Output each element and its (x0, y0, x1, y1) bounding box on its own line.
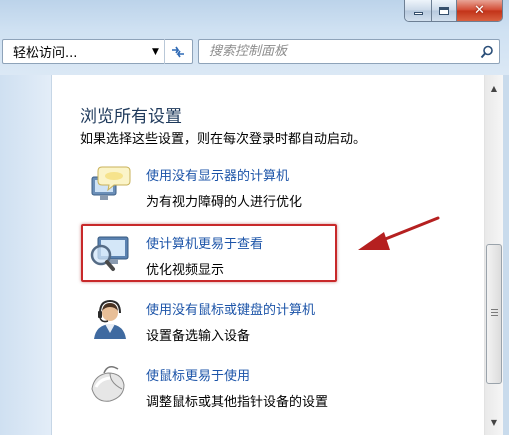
scroll-down-arrow-icon: ▼ (490, 417, 498, 427)
speech-bubble-monitor-icon (91, 166, 131, 200)
mouse-icon (91, 366, 125, 402)
close-button[interactable]: ✕ (457, 0, 502, 21)
search-box (198, 39, 500, 64)
address-text: 轻松访问... (13, 46, 78, 61)
chevron-down-icon: ▼ (152, 46, 159, 57)
link-use-computer-without-mouse-keyboard[interactable]: 使用没有鼠标或键盘的计算机 (146, 299, 315, 318)
address-dropdown-button[interactable]: ▼ (147, 40, 164, 63)
scroll-up-arrow-icon: ▲ (490, 83, 498, 93)
setting-item-no-mouse-keyboard: 使用没有鼠标或键盘的计算机 设置备选输入设备 (88, 297, 468, 353)
refresh-icon (172, 46, 184, 57)
item-description: 设置备选输入设备 (146, 329, 251, 344)
maximize-icon (439, 6, 449, 15)
scroll-up-button[interactable]: ▲ (485, 79, 503, 97)
link-use-computer-without-display[interactable]: 使用没有显示器的计算机 (146, 165, 289, 184)
highlight-box (81, 224, 337, 282)
grip-icon (491, 309, 498, 317)
maximize-button[interactable] (432, 0, 457, 21)
content-pane: 浏览所有设置 如果选择这些设置，则在每次登录时都自动启动。 使用没有显示器的计算… (52, 75, 484, 435)
minimize-icon (413, 12, 423, 15)
item-description: 为有视力障碍的人进行优化 (146, 195, 303, 210)
link-make-mouse-easier-to-use[interactable]: 使鼠标更易于使用 (146, 365, 250, 384)
search-button[interactable] (475, 40, 499, 63)
close-icon: ✕ (474, 3, 485, 18)
page-title: 浏览所有设置 (80, 107, 182, 127)
setting-item-no-display: 使用没有显示器的计算机 为有视力障碍的人进行优化 (88, 163, 468, 219)
vertical-scrollbar[interactable]: ▲ ▼ (484, 75, 503, 435)
scroll-thumb[interactable] (486, 244, 502, 384)
page-subtitle: 如果选择这些设置，则在每次登录时都自动启动。 (80, 132, 367, 147)
setting-item-mouse-easier: 使鼠标更易于使用 调整鼠标或其他指针设备的设置 (88, 363, 468, 419)
user-headset-icon (94, 299, 126, 339)
navigation-pane (0, 75, 52, 435)
window-border (503, 75, 509, 435)
item-description: 调整鼠标或其他指针设备的设置 (146, 395, 329, 410)
caption-buttons: ✕ (404, 0, 503, 22)
search-input[interactable] (199, 44, 475, 59)
scroll-down-button[interactable]: ▼ (485, 413, 503, 431)
search-icon (480, 45, 493, 58)
refresh-button[interactable] (164, 39, 191, 64)
minimize-button[interactable] (405, 0, 432, 21)
